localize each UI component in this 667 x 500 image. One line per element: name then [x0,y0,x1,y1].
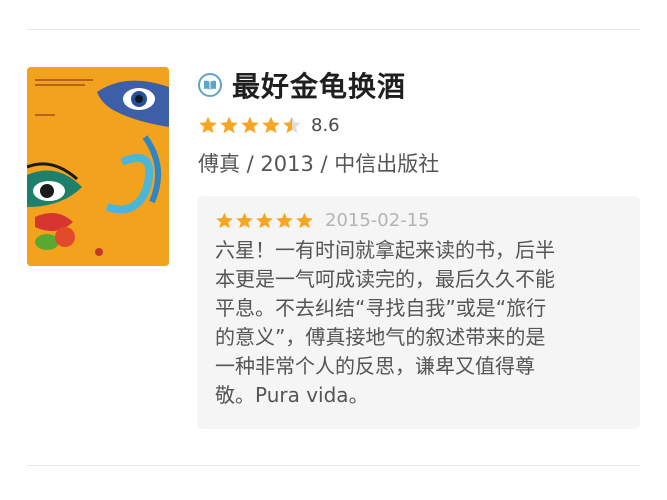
review-line: 平息。不去纠结“寻找自我”或是“旅行 [215,296,547,320]
book-cover-image[interactable] [27,67,169,266]
star-icon [216,212,233,229]
book-meta: 傅真 / 2013 / 中信出版社 [198,152,440,176]
star-icon [241,116,259,134]
review-card[interactable]: 2015-02-15 六星！一有时间就拿起来读的书，后半 本更是一气呵成读完的，… [197,196,640,429]
bottom-divider [27,465,640,466]
book-title-row: 最好金龟换酒 [198,67,406,103]
review-line: 六星！一有时间就拿起来读的书，后半 [215,238,555,262]
star-icon [256,212,273,229]
book-title[interactable]: 最好金龟换酒 [232,65,406,105]
review-date: 2015-02-15 [325,210,430,231]
star-icon [220,116,238,134]
book-open-icon [198,73,222,97]
review-text: 六星！一有时间就拿起来读的书，后半 本更是一气呵成读完的，最后久久不能 平息。不… [215,236,615,410]
rating-stars [198,115,303,135]
star-icon [296,212,313,229]
half-star-icon [283,116,301,134]
review-line: 敬。Pura vida。 [215,383,369,407]
star-icon [199,116,217,134]
rating-value: 8.6 [311,114,340,136]
star-icon [236,212,253,229]
review-line: 本更是一气呵成读完的，最后久久不能 [215,267,555,291]
top-divider [27,29,640,30]
review-line: 的意义”，傅真接地气的叙述带来的是 [215,325,546,349]
review-header: 2015-02-15 [215,210,430,231]
star-icon [262,116,280,134]
book-rating: 8.6 [198,113,340,137]
star-icon [276,212,293,229]
review-line: 一种非常个人的反思，谦卑又值得尊 [215,354,535,378]
